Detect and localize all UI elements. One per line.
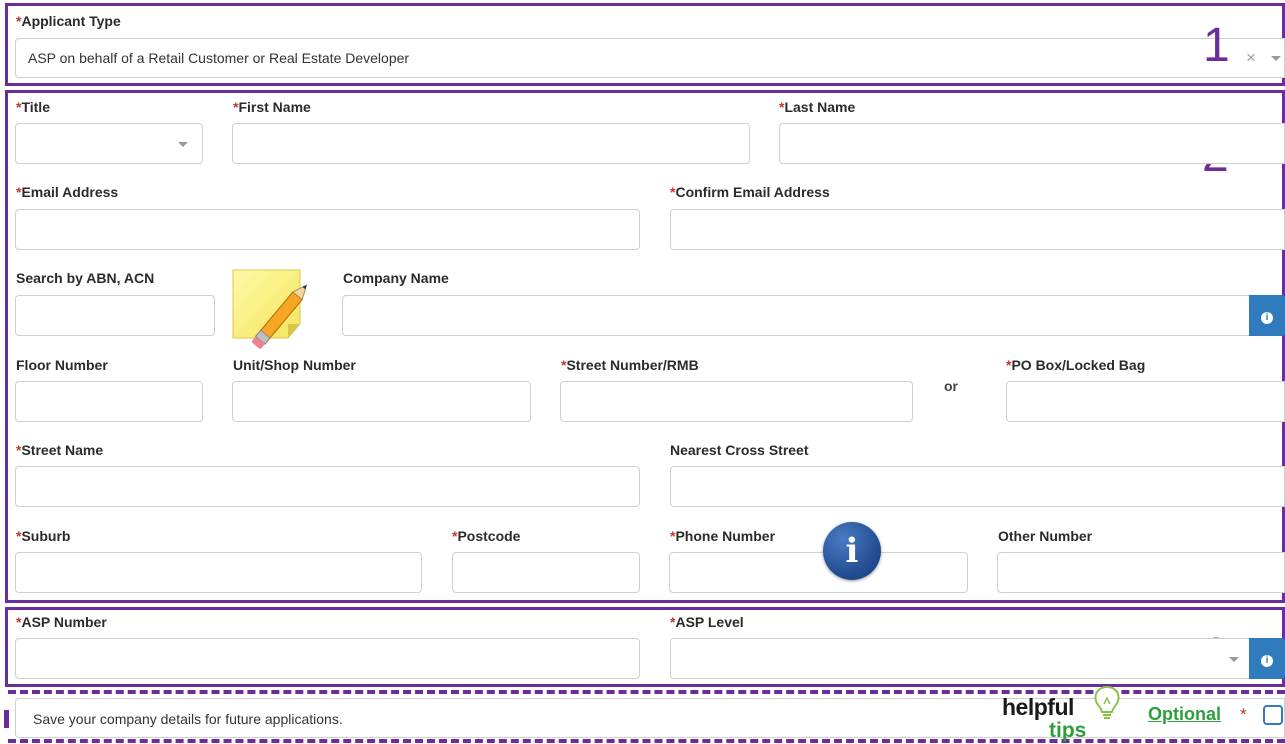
helpful-word: helpful — [1002, 694, 1074, 720]
first-name-label: *First Name — [233, 99, 311, 115]
clear-icon[interactable]: × — [1246, 48, 1256, 68]
postcode-label: *Postcode — [452, 528, 521, 544]
asp-number-label: *ASP Number — [16, 614, 107, 630]
email-label: *Email Address — [16, 184, 119, 200]
asp-level-select[interactable] — [670, 638, 1250, 679]
street-number-label: *Street Number/RMB — [561, 357, 699, 373]
optional-link[interactable]: Optional — [1148, 704, 1221, 725]
chevron-down-icon — [178, 142, 188, 147]
company-name-label: Company Name — [343, 270, 449, 286]
asp-number-input[interactable] — [15, 638, 640, 679]
street-number-input[interactable] — [560, 381, 913, 422]
po-box-input[interactable] — [1006, 381, 1285, 422]
optional-star: * — [1240, 705, 1247, 724]
nearest-cross-input[interactable] — [670, 466, 1285, 507]
asp-level-info-button[interactable]: i — [1249, 638, 1285, 679]
pencil-note-icon — [232, 269, 308, 349]
info-icon: i — [1261, 312, 1273, 324]
phone-label: *Phone Number — [670, 528, 776, 544]
section-number-1: 1 — [1203, 19, 1230, 72]
asp-level-label: *ASP Level — [670, 614, 744, 630]
lightbulb-icon — [1094, 685, 1120, 719]
save-details-checkbox[interactable] — [1263, 705, 1283, 725]
street-name-label: *Street Name — [16, 442, 104, 458]
confirm-email-input[interactable] — [670, 209, 1285, 250]
other-number-label: Other Number — [998, 528, 1093, 544]
floor-number-input[interactable] — [15, 381, 203, 422]
tips-word: tips — [1049, 719, 1087, 742]
or-text: or — [944, 378, 958, 394]
company-info-button[interactable]: i — [1249, 295, 1285, 336]
company-name-input[interactable] — [342, 295, 1250, 336]
street-name-input[interactable] — [15, 466, 640, 507]
chevron-down-icon[interactable] — [1271, 56, 1281, 61]
suburb-label: *Suburb — [16, 528, 71, 544]
save-details-text: Save your company details for future app… — [33, 711, 343, 727]
title-select[interactable] — [15, 123, 203, 164]
chevron-down-icon — [1229, 657, 1239, 662]
floor-number-label: Floor Number — [16, 357, 108, 373]
title-label: *Title — [16, 99, 50, 115]
first-name-input[interactable] — [232, 123, 750, 164]
suburb-input[interactable] — [15, 552, 422, 593]
confirm-email-label: *Confirm Email Address — [670, 184, 830, 200]
applicant-type-label: *Applicant Type — [16, 13, 121, 29]
nearest-cross-label: Nearest Cross Street — [670, 442, 809, 458]
section-2-frame — [5, 90, 1285, 603]
last-name-input[interactable] — [779, 123, 1285, 164]
postcode-input[interactable] — [452, 552, 640, 593]
last-name-label: *Last Name — [779, 99, 856, 115]
search-abn-input[interactable] — [15, 295, 215, 336]
dashed-left-marker — [4, 710, 9, 728]
email-input[interactable] — [15, 209, 640, 250]
helpful-tips-logo: helpful tips — [1002, 685, 1132, 744]
info-badge-icon: i — [823, 522, 881, 580]
other-number-input[interactable] — [997, 552, 1285, 593]
unit-shop-input[interactable] — [232, 381, 531, 422]
phone-input[interactable] — [669, 552, 968, 593]
info-icon: i — [1261, 655, 1273, 667]
po-box-label: *PO Box/Locked Bag — [1006, 357, 1146, 373]
unit-shop-label: Unit/Shop Number — [233, 357, 356, 373]
applicant-type-select[interactable]: ASP on behalf of a Retail Customer or Re… — [15, 38, 1285, 78]
applicant-type-value: ASP on behalf of a Retail Customer or Re… — [28, 50, 410, 66]
search-abn-label: Search by ABN, ACN — [16, 270, 155, 286]
